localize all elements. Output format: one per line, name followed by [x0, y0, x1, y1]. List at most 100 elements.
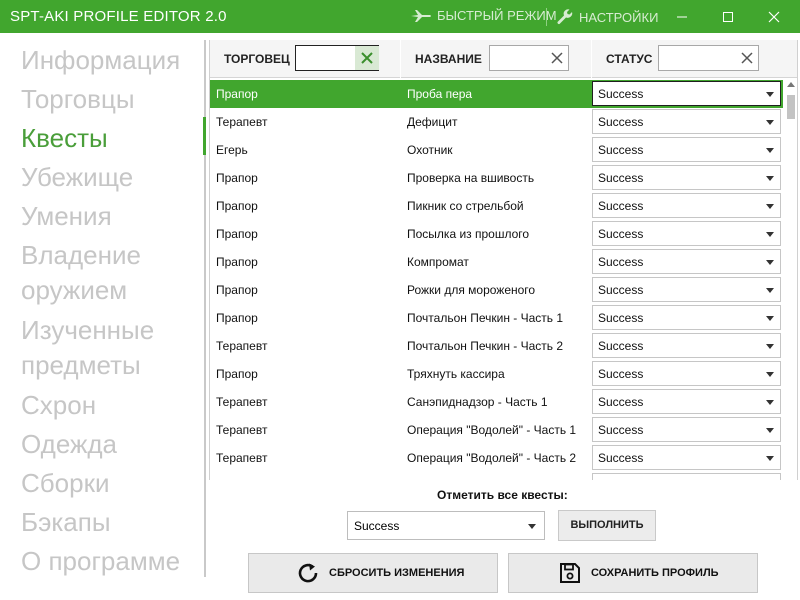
mark-all-status-dropdown[interactable]: Success — [347, 511, 545, 540]
status-value: Success — [598, 423, 644, 437]
trader-cell: Егерь — [216, 143, 248, 157]
minimize-button[interactable] — [662, 4, 702, 30]
sidebar-item-quests[interactable]: Квесты — [21, 121, 108, 156]
column-header-status: СТАТУС — [592, 40, 797, 78]
table-row[interactable]: Терапевт Операция "Водолей" - Часть 1 Su… — [210, 416, 797, 444]
status-dropdown[interactable]: Success — [592, 417, 781, 442]
trader-cell: Прапор — [216, 87, 258, 101]
trader-cell: Терапевт — [216, 115, 268, 129]
status-value: Success — [598, 199, 644, 213]
sidebar-item-stash[interactable]: Схрон — [21, 388, 96, 423]
chevron-down-icon — [766, 176, 774, 181]
table-row[interactable]: Прапор Проверка на вшивость Success — [210, 164, 797, 192]
status-dropdown[interactable]: Success — [592, 137, 781, 162]
sidebar-active-indicator — [203, 117, 206, 155]
scrollbar-thumb[interactable] — [787, 95, 795, 119]
quest-name-cell: Санэпиднадзор - Часть 1 — [407, 395, 548, 409]
chevron-down-icon — [766, 316, 774, 321]
status-value: Success — [598, 283, 644, 297]
status-dropdown[interactable]: Success — [592, 277, 781, 302]
sidebar-item-builds[interactable]: Сборки — [21, 466, 110, 501]
quest-name-cell: Операция "Водолей" - Часть 2 — [407, 451, 577, 465]
status-dropdown[interactable]: Success — [592, 333, 781, 358]
minimize-icon — [677, 16, 687, 18]
sidebar-item-backups[interactable]: Бэкапы — [21, 505, 111, 540]
chevron-down-icon — [766, 260, 774, 265]
chevron-down-icon — [766, 232, 774, 237]
quest-name-cell: Тряхнуть кассира — [407, 367, 505, 381]
table-row[interactable]: Прапор Тряхнуть кассира Success — [210, 360, 797, 388]
sidebar-item-about[interactable]: О программе — [21, 544, 180, 579]
chevron-down-icon — [766, 428, 774, 433]
status-dropdown[interactable]: Success — [592, 305, 781, 330]
table-row[interactable]: Терапевт Дефицит Success — [210, 108, 797, 136]
sidebar-item-info[interactable]: Информация — [21, 43, 180, 78]
scroll-up-icon[interactable] — [787, 82, 795, 87]
status-dropdown[interactable]: Success — [592, 445, 781, 470]
mark-all-status-value: Success — [354, 519, 400, 533]
fast-mode-button[interactable]: БЫСТРЫЙ РЕЖИМ — [410, 8, 557, 23]
chevron-down-icon — [766, 456, 774, 461]
status-filter-clear-button[interactable] — [735, 46, 759, 70]
trader-filter-clear-button[interactable] — [355, 46, 379, 70]
table-row[interactable]: Терапевт Почтальон Печкин - Часть 2 Succ… — [210, 332, 797, 360]
quest-name-cell: Почтальон Печкин - Часть 1 — [407, 311, 564, 325]
table-row[interactable]: Егерь Охотник Success — [210, 136, 797, 164]
sidebar-item-clothing[interactable]: Одежда — [21, 427, 117, 462]
table-row[interactable]: Прапор Компромат Success — [210, 248, 797, 276]
reset-icon — [298, 563, 318, 583]
status-dropdown[interactable]: Success — [592, 109, 781, 134]
status-dropdown[interactable]: Success — [592, 193, 781, 218]
table-row[interactable]: Терапевт Операция "Водолей" - Часть 2 Su… — [210, 444, 797, 472]
apply-button[interactable]: ВЫПОЛНИТЬ — [558, 510, 656, 541]
trader-cell: Прапор — [216, 199, 258, 213]
status-value: Success — [598, 87, 644, 101]
trader-cell: Терапевт — [216, 423, 268, 437]
table-row[interactable]: Прапор Почтальон Печкин - Часть 1 Succes… — [210, 304, 797, 332]
status-dropdown[interactable]: Success — [592, 81, 781, 106]
quest-name-cell: Охотник — [407, 143, 453, 157]
sidebar-item-weapon-mastery[interactable]: Владение оружием — [21, 238, 191, 308]
trader-cell: Прапор — [216, 171, 258, 185]
status-dropdown[interactable]: Success — [592, 221, 781, 246]
status-value: Success — [598, 227, 644, 241]
sidebar-item-examined-items[interactable]: Изученные предметы — [21, 313, 191, 383]
quests-grid: ТОРГОВЕЦ НАЗВАНИЕ СТАТУС Прапор Проба пе… — [209, 40, 798, 480]
trader-cell: Терапевт — [216, 395, 268, 409]
sidebar-item-skills[interactable]: Умения — [21, 199, 112, 234]
reset-changes-button[interactable]: СБРОСИТЬ ИЗМЕНЕНИЯ — [248, 553, 498, 593]
sidebar-item-hideout[interactable]: Убежище — [21, 160, 133, 195]
quest-name-cell: Проверка на вшивость — [407, 171, 535, 185]
status-dropdown[interactable] — [592, 473, 781, 480]
status-dropdown[interactable]: Success — [592, 361, 781, 386]
trader-cell: Прапор — [216, 283, 258, 297]
save-profile-button[interactable]: СОХРАНИТЬ ПРОФИЛЬ — [508, 553, 758, 593]
trader-cell: Прапор — [216, 227, 258, 241]
close-icon — [768, 11, 780, 23]
status-value: Success — [598, 311, 644, 325]
status-dropdown[interactable]: Success — [592, 249, 781, 274]
table-row[interactable]: Терапевт Санэпиднадзор - Часть 1 Success — [210, 388, 797, 416]
table-row[interactable]: Прапор Пикник со стрельбой Success — [210, 192, 797, 220]
settings-button[interactable]: НАСТРОЙКИ — [556, 8, 658, 26]
status-dropdown[interactable]: Success — [592, 165, 781, 190]
close-button[interactable] — [754, 4, 794, 30]
chevron-down-icon — [766, 148, 774, 153]
vertical-scrollbar[interactable] — [783, 78, 797, 480]
chevron-down-icon — [766, 120, 774, 125]
name-filter-clear-button[interactable] — [545, 46, 569, 70]
status-dropdown[interactable]: Success — [592, 389, 781, 414]
table-row[interactable]: Прапор Проба пера Success — [210, 80, 797, 108]
status-value: Success — [598, 367, 644, 381]
table-row[interactable]: Прапор Рожки для мороженого Success — [210, 276, 797, 304]
clear-icon — [551, 52, 563, 64]
maximize-button[interactable] — [708, 4, 748, 30]
fast-mode-label: БЫСТРЫЙ РЕЖИМ — [437, 8, 557, 23]
sidebar-item-traders[interactable]: Торговцы — [21, 82, 135, 117]
table-row[interactable]: Прапор Посылка из прошлого Success — [210, 220, 797, 248]
column-label-status: СТАТУС — [606, 52, 653, 66]
clear-icon — [361, 52, 373, 64]
table-row[interactable] — [210, 472, 797, 480]
quest-name-cell: Компромат — [407, 255, 469, 269]
settings-label: НАСТРОЙКИ — [579, 9, 659, 25]
